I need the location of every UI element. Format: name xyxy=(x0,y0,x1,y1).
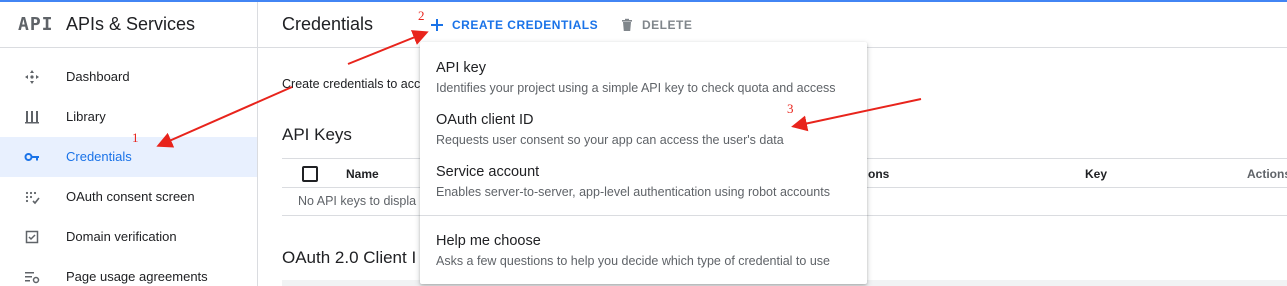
menu-item-help-me-choose[interactable]: Help me choose Asks a few questions to h… xyxy=(420,225,867,275)
sidebar-item-oauth-consent[interactable]: OAuth consent screen xyxy=(0,177,257,217)
sidebar-item-label: Library xyxy=(66,109,106,124)
delete-button[interactable]: DELETE xyxy=(620,14,692,36)
menu-item-description: Asks a few questions to help you decide … xyxy=(436,254,830,268)
menu-item-title: Service account xyxy=(436,164,540,180)
column-restrictions: ons xyxy=(868,167,890,181)
sidebar-header: API APIs & Services xyxy=(0,2,257,48)
sidebar-item-label: Dashboard xyxy=(66,69,130,84)
menu-item-service-account[interactable]: Service account Enables server-to-server… xyxy=(420,156,867,206)
create-credentials-menu: API key Identifies your project using a … xyxy=(420,42,867,284)
annotation-label-3: 3 xyxy=(787,101,794,116)
page-title: Credentials xyxy=(282,14,374,34)
sidebar-item-label: OAuth consent screen xyxy=(66,189,195,204)
sidebar-item-page-usage[interactable]: Page usage agreements xyxy=(0,257,257,286)
create-credentials-button[interactable]: CREATE CREDENTIALS xyxy=(430,14,598,36)
column-name[interactable]: Name xyxy=(346,167,379,181)
menu-item-title: Help me choose xyxy=(436,233,541,249)
column-actions: Actions xyxy=(1247,167,1287,181)
menu-divider xyxy=(420,215,867,216)
menu-item-oauth-client-id[interactable]: OAuth client ID Requests user consent so… xyxy=(420,104,867,154)
settings-list-icon xyxy=(25,272,40,284)
column-key: Key xyxy=(1085,167,1108,181)
api-logo: API xyxy=(18,14,54,35)
menu-item-description: Requests user consent so your app can ac… xyxy=(436,133,784,147)
intro-text: Create credentials to acc xyxy=(282,77,421,91)
consent-icon xyxy=(25,191,40,205)
menu-item-description: Enables server-to-server, app-level auth… xyxy=(436,185,830,199)
sidebar-item-domain-verification[interactable]: Domain verification xyxy=(0,217,257,257)
dashboard-icon xyxy=(25,70,39,84)
sidebar-item-label: Credentials xyxy=(66,149,132,164)
plus-icon xyxy=(431,19,443,31)
sidebar-item-library[interactable]: Library xyxy=(0,97,257,137)
sidebar-item-label: Domain verification xyxy=(66,229,177,244)
sidebar-title: APIs & Services xyxy=(66,14,196,34)
menu-item-api-key[interactable]: API key Identifies your project using a … xyxy=(420,52,867,102)
sidebar-item-label: Page usage agreements xyxy=(66,269,208,284)
annotation-label-2: 2 xyxy=(418,8,425,23)
select-all-checkbox[interactable] xyxy=(302,166,318,182)
menu-item-title: API key xyxy=(436,60,486,76)
menu-item-title: OAuth client ID xyxy=(436,112,534,128)
credentials-page: API APIs & Services Dashboard Library Cr… xyxy=(0,0,1287,286)
sidebar-item-credentials[interactable]: Credentials xyxy=(0,137,257,177)
menu-item-description: Identifies your project using a simple A… xyxy=(436,81,836,95)
trash-icon xyxy=(622,18,632,31)
delete-label: DELETE xyxy=(642,18,693,32)
api-keys-heading: API Keys xyxy=(282,125,352,144)
empty-state-text: No API keys to displa xyxy=(298,194,417,208)
sidebar: API APIs & Services Dashboard Library Cr… xyxy=(0,2,258,286)
key-icon xyxy=(24,153,39,161)
oauth-clients-heading: OAuth 2.0 Client I xyxy=(282,248,417,267)
library-icon xyxy=(25,111,39,124)
annotation-label-1: 1 xyxy=(132,130,139,145)
create-credentials-label: CREATE CREDENTIALS xyxy=(452,18,599,32)
checkbox-icon xyxy=(25,230,39,244)
sidebar-item-dashboard[interactable]: Dashboard xyxy=(0,57,257,97)
